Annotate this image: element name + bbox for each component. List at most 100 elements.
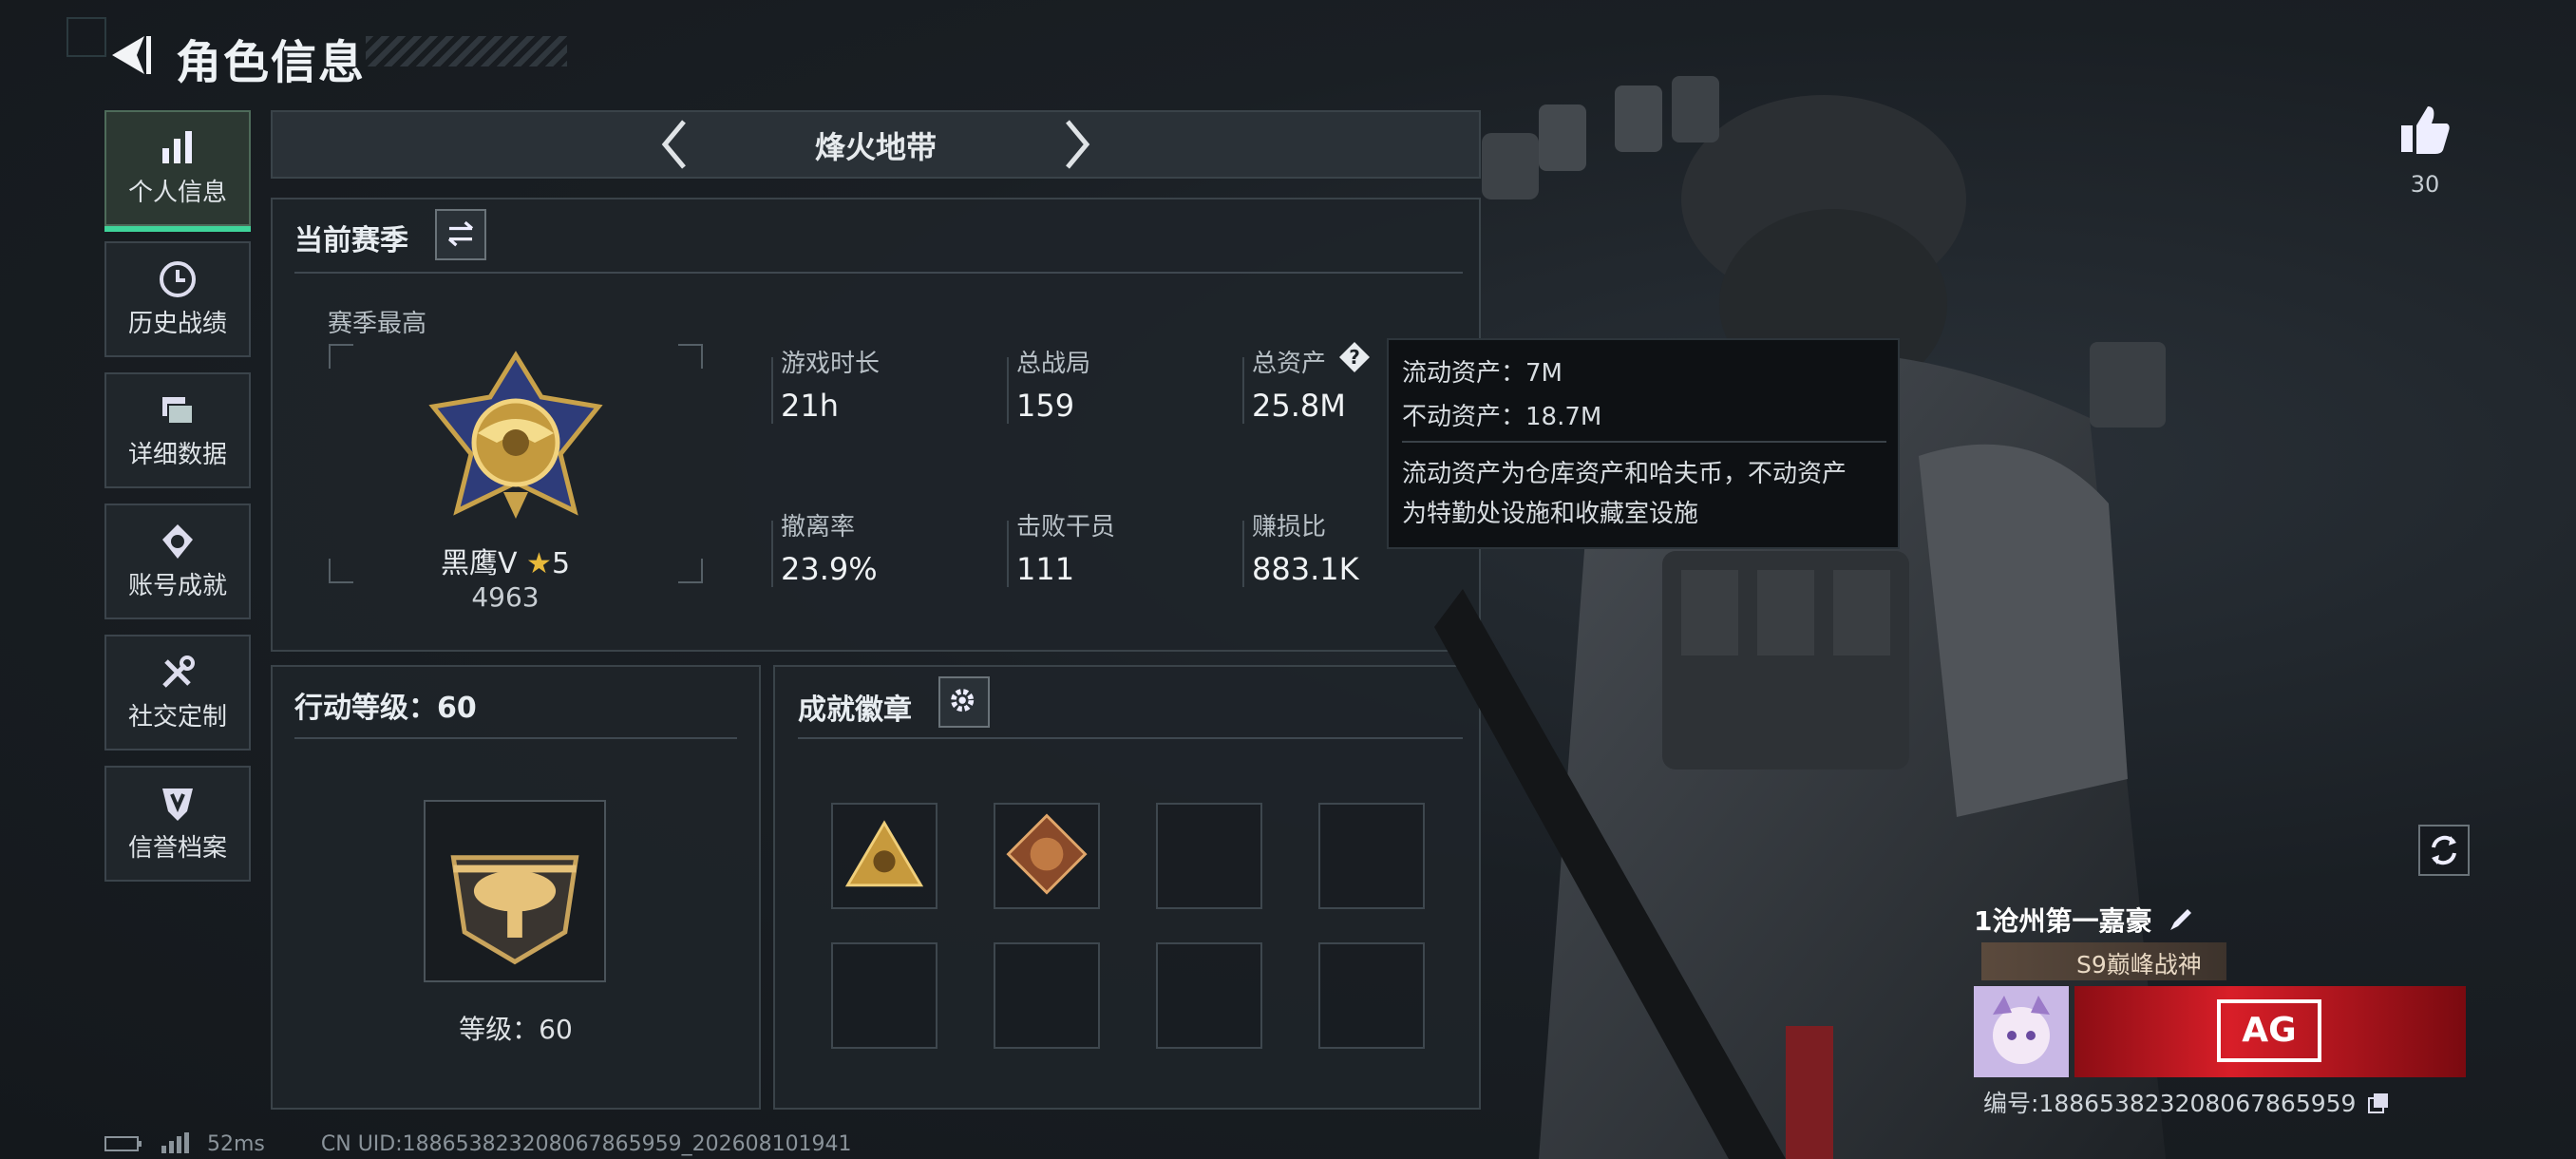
stat-label: 总资产 xyxy=(1252,350,1327,378)
player-name-row: 1沧州第一嘉豪 xyxy=(1974,901,2468,939)
badge-slot-empty[interactable] xyxy=(1318,803,1425,909)
level-emblem-frame xyxy=(424,800,606,982)
nav-achievements[interactable]: 账号成就 xyxy=(104,504,251,619)
nav-label: 社交定制 xyxy=(127,703,227,732)
nav-credit-record[interactable]: 信誉档案 xyxy=(104,766,251,882)
nav-label: 个人信息 xyxy=(127,179,227,207)
stat-value: 23.9% xyxy=(781,551,878,587)
tooltip-desc-1: 流动资产为仓库资产和哈夫币，不动资产 xyxy=(1402,460,1847,488)
frame-corner xyxy=(678,559,703,583)
tools-icon xyxy=(162,656,195,688)
edit-pencil-icon[interactable] xyxy=(2167,905,2195,934)
like-button[interactable] xyxy=(2399,103,2451,156)
triangle-badge-icon xyxy=(844,820,924,887)
rank-score: 4963 xyxy=(471,581,540,613)
signal-icon xyxy=(161,1132,189,1153)
stat-value: 111 xyxy=(1016,551,1075,587)
tooltip-liquid-assets: 流动资产：7M xyxy=(1402,359,1563,388)
rank-name-row: 黑鹰Ⅴ ★5 xyxy=(361,540,650,581)
player-uid-row: 编号:18865382320806786595​9 xyxy=(1983,1085,2390,1119)
nav-label: 账号成就 xyxy=(127,572,227,600)
mode-selector: 烽火地带 xyxy=(271,110,1481,179)
avatar[interactable] xyxy=(1974,986,2069,1077)
header-decoration xyxy=(66,17,106,57)
divider xyxy=(294,272,1463,274)
stat-label: 击败干员 xyxy=(1016,513,1116,542)
tooltip-fixed-assets: 不动资产：18.7M xyxy=(1402,403,1602,431)
level-label: 等级：60 xyxy=(459,1014,573,1045)
medal-icon xyxy=(162,524,193,559)
badge-slot-empty[interactable] xyxy=(1318,942,1425,1049)
stat-label: 撤离率 xyxy=(781,513,856,542)
rank-title-text: S9巅峰战神 xyxy=(2076,951,2202,978)
player-name: 1沧州第一嘉豪 xyxy=(1974,905,2152,937)
chevron-left-icon xyxy=(661,120,686,169)
tooltip-desc-2: 为特勤处设施和收藏室设施 xyxy=(1402,500,1699,528)
ping-value: 52ms xyxy=(207,1132,265,1156)
battery-icon xyxy=(104,1136,142,1151)
helicopter-emblem-icon xyxy=(450,855,579,965)
badge-slot-empty[interactable] xyxy=(1156,803,1262,909)
stat-value: 883.1K xyxy=(1252,551,1359,587)
status-bar: 52ms CN UID:18865382320806786595​9_20260… xyxy=(104,1132,852,1156)
avatar-image xyxy=(1993,996,2050,1064)
badge-slot-empty[interactable] xyxy=(1156,942,1262,1049)
folder-icon xyxy=(162,397,194,425)
help-button[interactable]: ? xyxy=(1337,340,1372,374)
rank-title-tag: S9巅峰战神 xyxy=(1981,942,2226,980)
divider xyxy=(294,737,737,739)
badges-settings-button[interactable] xyxy=(938,676,990,728)
stat-label: 总战局 xyxy=(1016,350,1091,378)
stat-separator xyxy=(1242,521,1244,587)
stat-value: 21h xyxy=(781,388,839,424)
stat-separator xyxy=(771,521,773,587)
divider xyxy=(798,737,1463,739)
swap-icon xyxy=(447,220,474,247)
badge-slot[interactable] xyxy=(994,803,1100,909)
nav-detailed-data[interactable]: 详细数据 xyxy=(104,372,251,488)
stat-label: 游戏时长 xyxy=(781,350,881,378)
page-title: 角色信息 xyxy=(176,36,367,89)
stat-label: 赚损比 xyxy=(1252,513,1327,542)
question-icon: ? xyxy=(1339,342,1370,372)
back-button[interactable] xyxy=(106,28,154,82)
copy-icon[interactable] xyxy=(2367,1092,2390,1114)
mode-name: 烽火地带 xyxy=(814,129,937,165)
team-banner: AG xyxy=(2074,986,2466,1077)
svg-text:?: ? xyxy=(1349,346,1360,369)
rank-emblem-icon xyxy=(428,351,603,519)
badge-slot-empty[interactable] xyxy=(831,942,938,1049)
badge-slot-empty[interactable] xyxy=(994,942,1100,1049)
nav-history[interactable]: 历史战绩 xyxy=(104,241,251,357)
gear-icon xyxy=(951,689,975,712)
dragon-badge-icon xyxy=(1006,813,1088,895)
chevron-right-icon xyxy=(1066,120,1090,169)
nav-label: 历史战绩 xyxy=(127,310,227,338)
assets-tooltip: 流动资产：7M 不动资产：18.7M 流动资产为仓库资产和哈夫币，不动资产 为特… xyxy=(1387,338,1900,549)
nav-social-custom[interactable]: 社交定制 xyxy=(104,635,251,750)
frame-corner xyxy=(329,344,353,369)
clock-icon xyxy=(160,261,196,297)
rank-stars: 5 xyxy=(551,547,571,580)
season-title: 当前赛季 xyxy=(294,224,408,257)
badge-slot[interactable] xyxy=(831,803,938,909)
refresh-icon xyxy=(2432,835,2456,865)
team-logo: AG xyxy=(2217,999,2321,1062)
nav-label: 信誉档案 xyxy=(127,834,227,863)
star-icon: ★ xyxy=(526,547,552,580)
stat-value: 159 xyxy=(1016,388,1075,424)
thumbs-up-icon xyxy=(2401,106,2450,154)
mode-prev-button[interactable] xyxy=(655,116,693,173)
nav-personal-info[interactable]: 个人信息 xyxy=(104,110,251,232)
refresh-button[interactable] xyxy=(2418,825,2470,876)
badges-title: 成就徽章 xyxy=(798,694,912,727)
season-switch-button[interactable] xyxy=(435,209,486,260)
frame-corner xyxy=(678,344,703,369)
title-stripe-decoration xyxy=(366,36,567,66)
mode-next-button[interactable] xyxy=(1058,116,1096,173)
bar-chart-icon xyxy=(162,131,192,163)
level-title: 行动等级：60 xyxy=(294,692,477,725)
player-uid: 编号:18865382320806786595​9 xyxy=(1983,1090,2357,1117)
stat-separator xyxy=(1007,521,1009,587)
footer-uid: CN UID:18865382320806786595​9_2026081019… xyxy=(320,1132,852,1156)
